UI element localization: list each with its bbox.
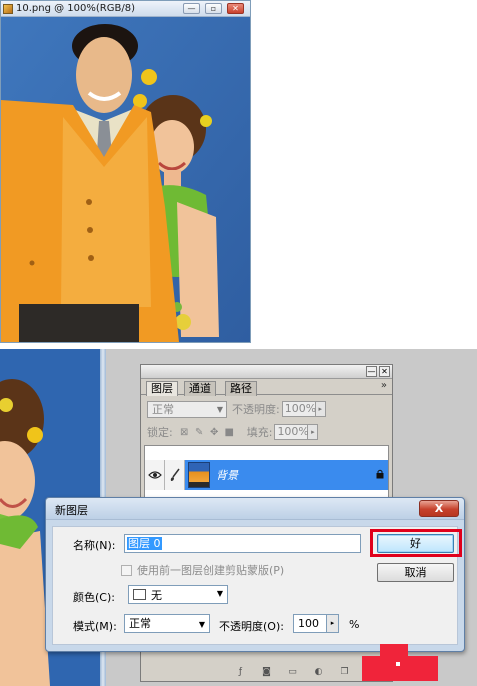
mode-select[interactable]: 正常 ▼ [124,614,210,633]
close-button[interactable]: ✕ [227,3,244,14]
layer-name-value: 图层 0 [127,537,162,550]
mask-icon[interactable]: ◙ [260,666,273,678]
layer-thumbnail [188,461,210,488]
panel-titlebar[interactable]: — ✕ [141,365,392,379]
tab-channels[interactable]: 通道 [184,381,216,396]
new-layer-icon[interactable]: ❐ [338,666,351,678]
color-swatch [133,589,146,600]
color-value: 无 [151,588,162,602]
name-label: 名称(N): [73,539,116,552]
clipping-mask-option: 使用前一图层创建剪贴蒙版(P) [121,562,284,578]
opacity-label: 不透明度(O): [219,620,284,633]
dialog-titlebar[interactable]: 新图层 X [46,498,464,520]
chevron-down-icon: ▼ [198,620,205,629]
new-layer-dialog: 新图层 X 名称(N): 图层 0 使用前一图层创建剪贴蒙版(P) 颜色(C):… [45,497,465,652]
adjustment-icon[interactable]: ◐ [312,666,325,678]
dialog-body: 名称(N): 图层 0 使用前一图层创建剪贴蒙版(P) 颜色(C): 无 ▼ 模… [52,526,462,645]
lock-icon [376,469,384,478]
eye-icon[interactable] [145,459,165,490]
chevron-down-icon: ▼ [216,404,223,414]
blend-mode-select[interactable]: 正常 ▼ [147,400,227,418]
mode-label: 模式(M): [73,620,117,633]
document-window: 10.png @ 100%(RGB/8) — ▫ ✕ [0,0,251,343]
lock-label: 锁定: [147,426,173,439]
opacity-label: 不透明度: [232,403,280,416]
document-title: 10.png @ 100%(RGB/8) [16,3,135,14]
lock-row: 锁定: ⊠ ✎ ✥ ■ 填充: 100% ▸ [147,423,387,441]
panel-footer: ƒ ◙ ▭ ◐ ❐ ▥ [144,665,389,679]
folder-icon[interactable]: ▭ [286,666,299,678]
wedding-photo [1,17,250,342]
panel-menu-icon[interactable]: » [381,380,387,391]
fill-slider-button[interactable]: ▸ [308,424,319,440]
lock-pixels-icon[interactable]: ✎ [194,427,205,438]
blend-opacity-row: 正常 ▼ 不透明度: 100% ▸ [147,399,387,419]
mode-value: 正常 [129,617,151,630]
document-titlebar[interactable]: 10.png @ 100%(RGB/8) — ▫ ✕ [1,1,250,17]
screenshot: 10.png @ 100%(RGB/8) — ▫ ✕ — ✕ 图层 通道 路径 … [0,0,477,686]
photoshop-workspace: — ✕ 图层 通道 路径 » 正常 ▼ 不透明度: 100% ▸ 锁定: ⊠ ✎… [0,349,477,686]
clipping-mask-checkbox[interactable] [121,564,132,576]
opacity-unit: % [349,618,360,631]
layer-row-background[interactable]: 背景 [145,459,388,490]
dialog-close-button[interactable]: X [419,500,459,517]
chevron-down-icon: ▼ [216,589,223,598]
opacity-slider-button[interactable]: ▸ [315,401,326,417]
lock-transparency-icon[interactable]: ⊠ [179,427,190,438]
panel-close-button[interactable]: ✕ [379,366,390,377]
lock-all-icon[interactable]: ■ [224,427,235,438]
fill-label: 填充: [246,426,273,439]
color-label: 颜色(C): [73,591,115,604]
layer-item-selected[interactable]: 背景 [185,459,388,490]
panel-minimize-button[interactable]: — [366,366,377,377]
restore-button[interactable]: ▫ [205,3,222,14]
layer-name-input[interactable]: 图层 0 [124,534,361,553]
fill-field[interactable]: 100% [274,424,309,440]
png-file-icon [3,3,13,14]
layer-name[interactable]: 背景 [216,467,238,483]
watermark-logo [362,644,438,681]
ok-button[interactable]: 好 [377,534,454,553]
clipping-mask-label: 使用前一图层创建剪贴蒙版(P) [137,564,285,577]
opacity-field[interactable]: 100% [281,401,316,417]
panel-tabs: 图层 通道 路径 » [141,379,392,396]
minimize-button[interactable]: — [183,3,200,14]
tab-layers[interactable]: 图层 [146,381,178,396]
layer-style-icon[interactable]: ƒ [234,666,247,678]
lock-position-icon[interactable]: ✥ [209,427,220,438]
opacity-slider-button[interactable]: ▸ [327,614,339,633]
tab-paths[interactable]: 路径 [225,381,257,396]
brush-icon[interactable] [165,459,185,490]
dialog-title: 新图层 [55,504,88,517]
color-select[interactable]: 无 ▼ [128,585,228,604]
opacity-input[interactable]: 100 [293,614,327,633]
blend-mode-value: 正常 [152,402,174,416]
cancel-button[interactable]: 取消 [377,563,454,582]
